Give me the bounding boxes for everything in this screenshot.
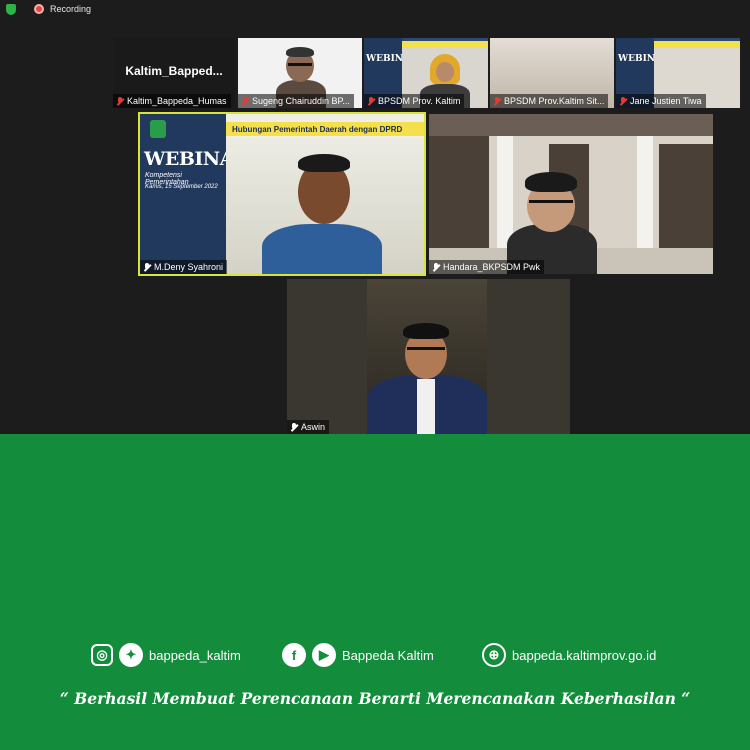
twitter-icon[interactable]: ✦ <box>119 643 143 667</box>
participant-tile[interactable]: BPSDM Prov.Kaltim Sit... <box>490 38 614 108</box>
slide-banner <box>654 41 740 48</box>
security-shield-icon[interactable] <box>6 3 16 15</box>
participant-tile[interactable]: WEBINAR BPSDM Prov. Kaltim <box>364 38 488 108</box>
participant-name: Handara_BKPSDM Pwk <box>443 262 541 272</box>
participant-video <box>226 138 424 274</box>
participant-tile[interactable]: Handara_BKPSDM Pwk <box>429 114 713 274</box>
participant-name: M.Deny Syahroni <box>154 262 224 272</box>
youtube-icon[interactable]: ▶ <box>312 643 336 667</box>
participant-name-bar: M.Deny Syahroni <box>140 260 228 274</box>
participant-name: Aswin <box>301 422 326 432</box>
slide-panel: WEBINAR Kompetensi Pemerintahan Kamis, 1… <box>140 114 250 274</box>
participant-name-bar: Jane Justien Tiwa <box>616 94 706 108</box>
social-name: Bappeda Kaltim <box>342 647 434 663</box>
participant-name-bar: Aswin <box>287 420 330 434</box>
status-bar: Recording <box>0 0 750 18</box>
participant-video <box>429 114 713 274</box>
muted-mic-icon <box>241 96 249 106</box>
logo-icon <box>150 120 166 138</box>
participant-name-bar: BPSDM Prov.Kaltim Sit... <box>490 94 609 108</box>
participant-display-name: Kaltim_Bapped... <box>125 64 223 78</box>
participant-tile[interactable]: Kaltim_Bapped... Kaltim_Bappeda_Humas <box>113 38 235 108</box>
participant-name-bar: Handara_BKPSDM Pwk <box>429 260 545 274</box>
muted-mic-icon <box>493 96 501 106</box>
facebook-icon[interactable]: f <box>282 643 306 667</box>
unmuted-mic-icon <box>290 422 298 432</box>
meeting-gallery: Recording Kaltim_Bapped... Kaltim_Bapped… <box>0 0 750 434</box>
slide-date: Kamis, 15 September 2022 <box>145 184 218 190</box>
slide-banner <box>402 41 488 48</box>
unmuted-mic-icon <box>143 262 151 272</box>
participant-name: BPSDM Prov.Kaltim Sit... <box>504 96 605 106</box>
globe-icon[interactable]: ⊕ <box>482 643 506 667</box>
instagram-icon[interactable]: ◎ <box>91 644 113 666</box>
participant-name: BPSDM Prov. Kaltim <box>378 96 461 106</box>
muted-mic-icon <box>116 96 124 106</box>
social-instagram-twitter[interactable]: ◎ ✦ bappeda_kaltim <box>91 643 241 667</box>
tagline: “ Berhasil Membuat Perencanaan Berarti M… <box>59 689 691 708</box>
participant-video <box>367 279 487 434</box>
unmuted-mic-icon <box>432 262 440 272</box>
participant-name-bar: Sugeng Chairuddin BP... <box>238 94 354 108</box>
website-url: bappeda.kaltimprov.go.id <box>512 647 657 663</box>
participant-name: Sugeng Chairuddin BP... <box>252 96 350 106</box>
participant-tile[interactable]: Aswin <box>287 279 570 434</box>
participant-tile[interactable]: WEBINAR Jane Justien Tiwa <box>616 38 740 108</box>
slide-banner: Hubungan Pemerintah Daerah dengan DPRD <box>226 122 424 136</box>
participant-name-bar: BPSDM Prov. Kaltim <box>364 94 465 108</box>
participant-name: Jane Justien Tiwa <box>630 96 702 106</box>
participant-tile[interactable]: Sugeng Chairuddin BP... <box>238 38 362 108</box>
social-links: ◎ ✦ bappeda_kaltim f ▶ Bappeda Kaltim ⊕ … <box>0 643 750 669</box>
participant-name: Kaltim_Bappeda_Humas <box>127 96 227 106</box>
social-handle: bappeda_kaltim <box>149 647 241 663</box>
recording-icon <box>34 4 44 14</box>
muted-mic-icon <box>367 96 375 106</box>
muted-mic-icon <box>619 96 627 106</box>
active-speaker-tile[interactable]: WEBINAR Kompetensi Pemerintahan Kamis, 1… <box>138 112 426 276</box>
recording-label: Recording <box>50 4 92 14</box>
social-facebook-youtube[interactable]: f ▶ Bappeda Kaltim <box>282 643 434 667</box>
website-link[interactable]: ⊕ bappeda.kaltimprov.go.id <box>482 643 656 667</box>
participant-name-bar: Kaltim_Bappeda_Humas <box>113 94 231 108</box>
